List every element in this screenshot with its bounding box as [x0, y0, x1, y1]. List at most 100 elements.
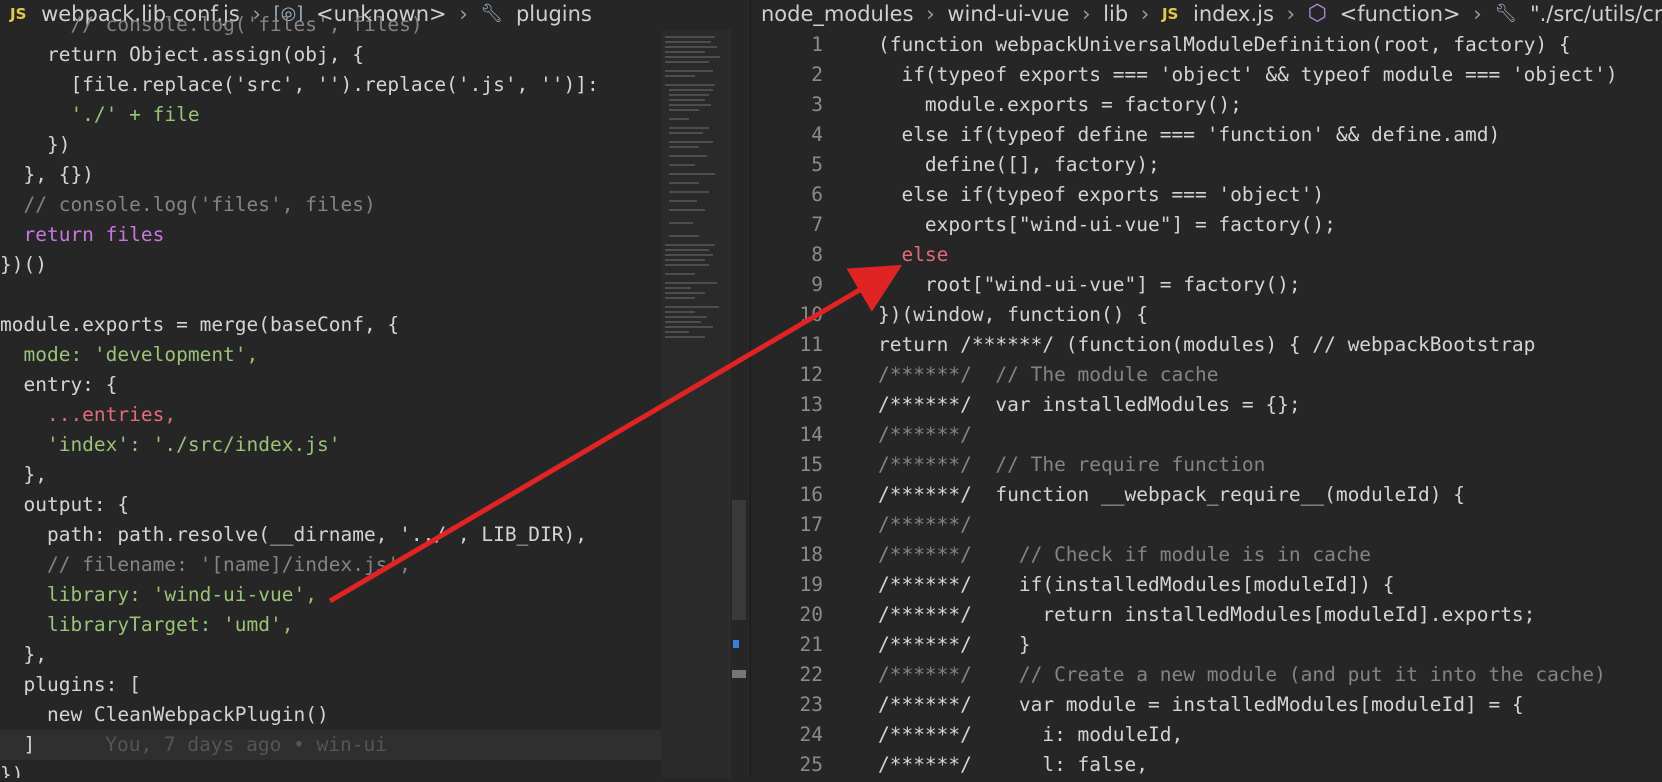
scrollbar-cursor-marker: [732, 670, 746, 678]
code-line: // console.log('files', files): [0, 193, 376, 216]
wrench-icon: 🔧︎: [1494, 3, 1518, 24]
javascript-file-icon: JS: [1161, 5, 1179, 23]
line-number: 9: [811, 273, 823, 296]
code-line: 5 define([], factory);: [751, 150, 1662, 180]
code-line: return files: [0, 223, 165, 246]
breadcrumb-folder[interactable]: wind-ui-vue: [947, 0, 1069, 28]
git-blame-annotation: You, 7 days ago • win-ui: [105, 733, 387, 756]
code-line: }): [0, 133, 71, 156]
right-breadcrumb: node_modules › wind-ui-vue › lib › JS in…: [751, 0, 1662, 30]
code-line: 3 module.exports = factory();: [751, 90, 1662, 120]
line-number: 1: [811, 33, 823, 56]
code-line: entry: {: [0, 373, 118, 396]
breadcrumb-symbol[interactable]: <function>: [1340, 0, 1461, 28]
right-code-area[interactable]: 1 (function webpackUniversalModuleDefini…: [751, 30, 1662, 778]
line-number: 11: [799, 333, 823, 356]
breadcrumb-property[interactable]: "./src/utils/crea: [1530, 0, 1662, 28]
code-line: 13 /******/ var installedModules = {};: [751, 390, 1662, 420]
left-editor[interactable]: JS webpack.lib.conf.js › [◎] <unknown> ›…: [0, 0, 661, 778]
chevron-right-icon: ›: [1286, 2, 1296, 26]
code-line: 6 else if(typeof exports === 'object'): [751, 180, 1662, 210]
right-editor[interactable]: node_modules › wind-ui-vue › lib › JS in…: [750, 0, 1662, 778]
code-line: library: 'wind-ui-vue',: [0, 583, 317, 606]
vertical-scrollbar[interactable]: [729, 30, 750, 778]
line-number: 4: [811, 123, 823, 146]
code-line: module.exports = merge(baseConf, {: [0, 313, 400, 336]
line-number: 22: [799, 663, 823, 686]
code-line: return Object.assign(obj, {: [0, 43, 364, 66]
code-line: 16 /******/ function __webpack_require__…: [751, 480, 1662, 510]
code-line: },: [0, 643, 47, 666]
line-number: 5: [811, 153, 823, 176]
line-number: 14: [799, 423, 823, 446]
code-line: 22 /******/ // Create a new module (and …: [751, 660, 1662, 690]
code-line: 15 /******/ // The require function: [751, 450, 1662, 480]
code-line: new CleanWebpackPlugin(): [0, 703, 329, 726]
chevron-right-icon: ›: [1082, 2, 1091, 26]
code-line: 23 /******/ var module = installedModule…: [751, 690, 1662, 720]
code-line: },: [0, 463, 47, 486]
chevron-right-icon: ›: [926, 2, 935, 26]
line-number: 25: [799, 753, 823, 776]
code-line: 19 /******/ if(installedModules[moduleId…: [751, 570, 1662, 600]
code-line: 17 /******/: [751, 510, 1662, 540]
line-number: 12: [799, 363, 823, 386]
code-line: // filename: '[name]/index.js',: [0, 553, 411, 576]
line-number: 24: [799, 723, 823, 746]
line-number: 2: [811, 63, 823, 86]
scrollbar-change-marker: [733, 640, 739, 648]
code-line: 11 return /******/ (function(modules) { …: [751, 330, 1662, 360]
code-line: 2 if(typeof exports === 'object' && type…: [751, 60, 1662, 90]
code-line: 24 /******/ i: moduleId,: [751, 720, 1662, 750]
code-line: 7 exports["wind-ui-vue"] = factory();: [751, 210, 1662, 240]
line-number: 23: [799, 693, 823, 716]
line-number: 16: [799, 483, 823, 506]
line-number: 19: [799, 573, 823, 596]
current-code-line: ] You, 7 days ago • win-ui: [0, 730, 661, 760]
breadcrumb-folder[interactable]: node_modules: [761, 0, 914, 28]
line-number: 20: [799, 603, 823, 626]
code-line: plugins: [: [0, 673, 141, 696]
code-line: 10 })(window, function() {: [751, 300, 1662, 330]
line-number: 7: [811, 213, 823, 236]
code-line: 18 /******/ // Check if module is in cac…: [751, 540, 1662, 570]
code-line: 4 else if(typeof define === 'function' &…: [751, 120, 1662, 150]
breadcrumb-folder[interactable]: lib: [1103, 0, 1128, 28]
line-number: 6: [811, 183, 823, 206]
code-line: }, {}): [0, 163, 94, 186]
code-line: })(): [0, 253, 47, 276]
code-line: output: {: [0, 493, 130, 516]
code-line: './' + file: [0, 103, 200, 126]
code-line: 12 /******/ // The module cache: [751, 360, 1662, 390]
scrollbar-thumb[interactable]: [732, 500, 746, 620]
code-line: mode: 'development',: [0, 343, 259, 366]
line-number: 17: [799, 513, 823, 536]
code-line: 'index': './src/index.js': [0, 433, 341, 456]
code-line: ...entries,: [0, 403, 177, 426]
code-line: path: path.resolve(__dirname, '../', LIB…: [0, 523, 587, 546]
code-line: libraryTarget: 'umd',: [0, 613, 294, 636]
cube-icon: ⬡: [1307, 1, 1327, 26]
line-number: 10: [799, 303, 823, 326]
code-line: 9 root["wind-ui-vue"] = factory();: [751, 270, 1662, 300]
code-line: 1 (function webpackUniversalModuleDefini…: [751, 30, 1662, 60]
code-line: 20 /******/ return installedModules[modu…: [751, 600, 1662, 630]
code-line: }): [0, 763, 24, 778]
minimap[interactable]: [661, 30, 729, 778]
minimap-preview: [665, 36, 720, 338]
code-line: 8 else: [751, 240, 1662, 270]
left-code-area[interactable]: // console.log('files', files) return Ob…: [0, 10, 661, 778]
line-number: 8: [811, 243, 823, 266]
line-number: 21: [799, 633, 823, 656]
line-number: 13: [799, 393, 823, 416]
chevron-right-icon: ›: [1473, 2, 1482, 26]
breadcrumb-file[interactable]: index.js: [1193, 0, 1274, 28]
code-line: 25 /******/ l: false,: [751, 750, 1662, 778]
chevron-right-icon: ›: [1140, 2, 1150, 26]
line-number: 18: [799, 543, 823, 566]
line-number: 3: [811, 93, 823, 116]
code-line: 14 /******/: [751, 420, 1662, 450]
code-line: // console.log('files', files): [46, 13, 423, 36]
line-number: 15: [799, 453, 823, 476]
